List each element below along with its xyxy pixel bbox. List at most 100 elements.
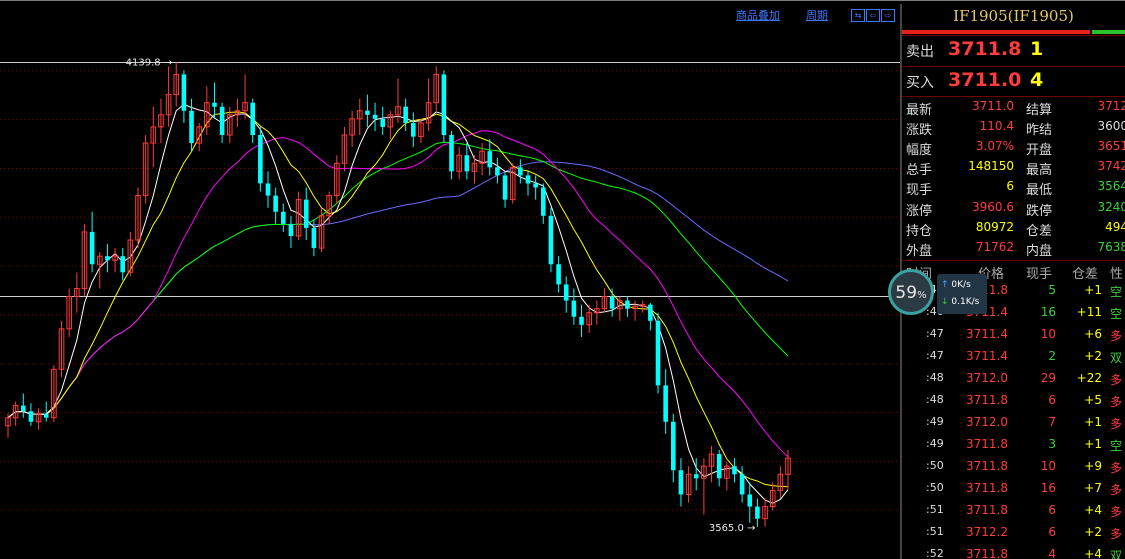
tick-oi-change: +5 [1084,393,1102,407]
network-speed-widget[interactable]: 59% ↑ 0K/s ↓ 0.1K/s [885,266,990,326]
stat-value: 6 [1006,179,1014,194]
chart-canvas: 4139.8 → 3565.0 → [0,57,900,534]
tick-oi-change: +4 [1084,503,1102,517]
buy-strength-bar [902,30,1090,34]
tick-oi-change: +22 [1076,371,1102,385]
stat-value: 3711.0 [972,99,1014,113]
tick-oi-change: +11 [1076,305,1102,319]
candle-body [411,122,416,137]
tick-row[interactable]: :49 3712.0 7 +1 多 [902,415,1125,437]
candle-body [755,506,760,519]
candle-body [548,215,554,265]
candle-body [716,454,722,479]
tick-time: :52 [926,547,944,559]
ma20-line [7,130,789,458]
tick-oi-change: +1 [1084,283,1102,297]
period-link[interactable]: 周期 [806,7,828,23]
candle-body [273,195,278,212]
stat-value: 80972 [975,219,1014,234]
candle-body [265,183,271,196]
tick-row[interactable]: :48 3712.0 29 +22 多 [902,371,1125,393]
candle-body [563,284,569,301]
stat-value: 3.07% [975,139,1014,154]
candle-body [571,300,577,317]
overlay-commodity-link[interactable]: 商品叠加 [736,7,780,23]
tick-row[interactable]: :51 3712.2 6 +2 多 [902,525,1125,547]
tick-volume: 3 [1048,437,1056,451]
tick-type: 双 [1110,351,1123,365]
nav-right-icon[interactable]: ⇨ [881,9,895,22]
tick-row[interactable]: :51 3711.8 6 +4 多 [902,503,1125,525]
tick-oi-change: +1 [1084,437,1102,451]
tick-price: 3711.4 [966,349,1008,363]
stat-value: 3600 [1097,119,1125,134]
candle-body [495,167,500,176]
tick-volume: 16 [1040,481,1056,495]
tick-row[interactable]: :48 3711.8 6 +5 多 [902,393,1125,415]
net-speed-box: ↑ 0K/s ↓ 0.1K/s [937,274,987,314]
divider-line [902,35,1125,36]
tick-row[interactable]: :52 3711.8 4 +4 双 [902,547,1125,559]
net-usage-percent: 59% [895,283,927,303]
tick-time: :51 [926,503,944,516]
candle-body [89,231,95,265]
stat-value: 7638 [1097,239,1125,254]
stat-value: 3651 [1097,139,1125,154]
upload-speed: ↑ 0K/s [941,280,971,290]
tick-volume: 6 [1048,503,1056,517]
stat-value: 3742 [1097,159,1125,174]
candle-body [303,199,309,228]
net-usage-gauge: 59% [888,269,934,315]
nav-left-icon[interactable]: ⇦ [866,9,880,22]
tick-type: 多 [1110,329,1123,343]
tick-price: 3712.2 [966,525,1008,539]
tick-row[interactable]: :50 3711.8 16 +7 多 [902,481,1125,503]
candle-body [579,316,584,325]
tick-row[interactable]: :47 3711.4 2 +2 双 [902,349,1125,371]
stat-label: 最低 [1026,183,1053,199]
candle-body [105,256,110,261]
candlestick-chart[interactable]: 4139.8 → 3565.0 → [0,22,900,559]
stat-label: 现手 [906,183,933,199]
tick-volume: 5 [1048,283,1056,297]
tick-type: 多 [1110,483,1123,497]
tick-row[interactable]: :50 3711.8 10 +9 多 [902,459,1125,481]
tick-volume: 10 [1040,327,1056,341]
stat-label: 开盘 [1026,143,1053,159]
download-arrow-icon: ↓ [941,297,949,307]
low-price-label: 3565.0 → [709,523,756,534]
candle-body [518,167,523,176]
download-speed: ↓ 0.1K/s [941,297,980,307]
tick-oi-change: +1 [1084,415,1102,429]
tick-price: 3712.0 [966,371,1008,385]
nav-reset-icon[interactable]: ⇆ [851,9,865,22]
tick-type: 空 [1110,439,1123,453]
stat-label: 跌停 [1026,203,1053,219]
bid-price[interactable]: 3711.0 [948,69,1021,91]
tick-time: :51 [926,525,944,538]
stat-label: 外盘 [906,243,933,259]
ask-price[interactable]: 3711.8 [948,38,1021,60]
tick-row[interactable]: :47 3711.4 10 +6 多 [902,327,1125,349]
tick-oi-change: +4 [1084,547,1102,559]
tick-time: :47 [926,349,944,362]
tick-price: 3712.0 [966,415,1008,429]
candle-body [380,118,385,127]
upload-arrow-icon: ↑ [941,280,949,290]
candle-body [250,102,255,136]
tick-row[interactable]: :49 3711.8 3 +1 空 [902,437,1125,459]
tick-oi-change: +2 [1084,349,1102,363]
stat-label: 幅度 [906,143,933,159]
stat-label: 最高 [1026,163,1053,179]
tick-time: :48 [926,393,944,406]
tick-volume: 7 [1048,415,1056,429]
high-price-label: 4139.8 → [126,57,173,68]
candle-body [21,405,26,412]
candle-body [288,223,294,236]
tick-price: 3711.8 [966,481,1008,495]
candle-body [747,494,753,507]
candle-body [556,264,561,285]
stat-label: 仓差 [1026,223,1053,239]
tick-time: :47 [926,327,944,340]
candle-body [655,320,661,386]
